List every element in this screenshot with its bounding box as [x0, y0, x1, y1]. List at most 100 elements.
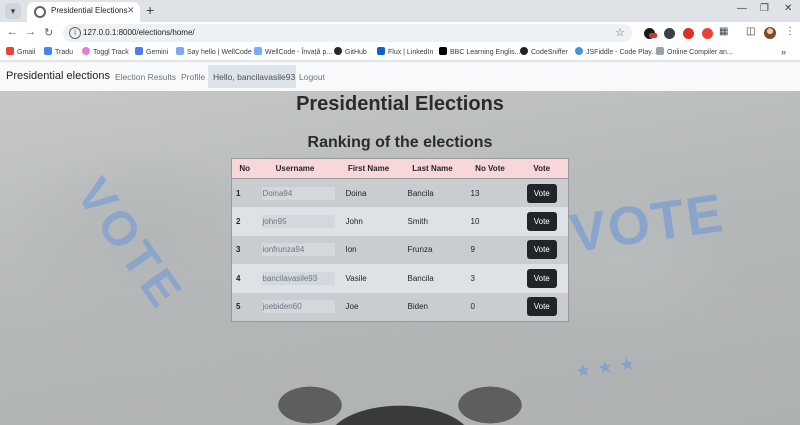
url-text[interactable]: 127.0.0.1:8000/elections/home/: [83, 28, 195, 37]
bookmark-gemini[interactable]: Gemini: [135, 47, 168, 56]
cell-username: john95: [261, 214, 335, 228]
header-no-vote: No Vote: [464, 158, 516, 179]
page-viewport: VOTE VOTE ★★★ Presidential elections Ele…: [0, 62, 800, 425]
address-bar[interactable]: i 127.0.0.1:8000/elections/home/ ☆: [63, 24, 632, 42]
site-info-icon[interactable]: i: [69, 27, 81, 39]
table-header-row: No Username First Name Last Name No Vote…: [231, 158, 569, 179]
extension-icon[interactable]: [702, 28, 713, 39]
close-tab-icon[interactable]: ✕: [127, 5, 135, 16]
table-row: 3 ionfrunza94 Ion Frunza 9 Vote: [231, 235, 569, 264]
bookmark-linkedin[interactable]: Flux | LinkedIn: [377, 47, 433, 56]
table-row: 1 Doina94 Doina Bancila 13 Vote: [231, 178, 569, 207]
gmail-icon: [6, 47, 14, 55]
background-stencil: VOTE: [566, 182, 729, 264]
new-tab-button[interactable]: +: [146, 2, 154, 18]
bookmark-online-compiler[interactable]: Online Compiler an...: [656, 47, 733, 56]
vote-button[interactable]: Vote: [526, 183, 557, 203]
bookmark-codesniffer[interactable]: CodeSniffer: [520, 47, 568, 56]
vote-button[interactable]: Vote: [526, 297, 557, 316]
cell-last-name: Bancila: [400, 264, 465, 293]
cell-vote-count: 9: [464, 235, 516, 264]
compiler-icon: [656, 47, 664, 55]
cell-last-name: Biden: [400, 292, 465, 321]
tab-title: Presidential Elections: [51, 6, 128, 15]
vote-button[interactable]: Vote: [526, 240, 557, 260]
nav-logout[interactable]: Logout: [299, 72, 325, 82]
wellcode-icon: [254, 47, 262, 55]
forward-arrow-icon[interactable]: →: [25, 26, 36, 38]
cell-username: joebiden60: [261, 300, 335, 313]
bookmark-wellcode[interactable]: WellCode - Învață p...: [254, 47, 332, 56]
header-username: Username: [253, 158, 337, 179]
cell-no: 2: [231, 207, 254, 236]
reload-icon[interactable]: ↻: [44, 26, 53, 39]
vote-button[interactable]: Vote: [526, 268, 557, 288]
bookmark-wellcode-hello[interactable]: Say hello | WellCode: [176, 47, 252, 56]
tab-search-button[interactable]: ▾: [5, 3, 21, 19]
cell-username: Doina94: [261, 186, 335, 200]
stars-icon: ★★★: [573, 352, 643, 382]
bookmark-star-icon[interactable]: ☆: [615, 26, 625, 39]
bookmark-jsfiddle[interactable]: JSFiddle - Code Play...: [575, 47, 657, 56]
bookmark-bbc[interactable]: BBC Learning Englis...: [439, 47, 520, 56]
vote-button[interactable]: Vote: [526, 211, 557, 231]
cell-last-name: Frunza: [400, 235, 465, 264]
codesniffer-icon: [520, 47, 528, 55]
bookmark-gmail[interactable]: Gmail: [6, 47, 35, 56]
bbc-icon: [439, 47, 447, 55]
background-stencil: VOTE: [65, 169, 194, 320]
extension-icon[interactable]: [683, 28, 694, 39]
header-first-name: First Name: [336, 158, 401, 179]
profile-avatar[interactable]: [764, 27, 776, 39]
wellcode-icon: [176, 47, 184, 55]
cell-vote-count: 13: [464, 178, 516, 207]
cell-last-name: Bancila: [400, 178, 465, 207]
site-brand[interactable]: Presidential elections: [6, 70, 110, 82]
cell-vote-count: 0: [464, 292, 516, 321]
cell-vote-count: 3: [464, 264, 516, 293]
cell-no: 3: [231, 235, 254, 264]
browser-tab[interactable]: Presidential Elections ✕: [27, 2, 140, 22]
cell-first-name: Joe: [336, 292, 401, 321]
close-window-button[interactable]: ✕: [784, 3, 792, 14]
browser-menu-icon[interactable]: ⋮: [785, 26, 795, 37]
page-title: Presidential Elections: [296, 93, 504, 115]
header-last-name: Last Name: [400, 158, 465, 179]
gemini-icon: [135, 47, 143, 55]
cell-last-name: Smith: [400, 207, 465, 236]
bookmark-tradu[interactable]: Tradu: [44, 47, 73, 56]
browser-tabstrip: ▾ Presidential Elections ✕ + — ❐ ✕: [0, 0, 800, 22]
cell-first-name: Doina: [336, 178, 401, 207]
linkedin-icon: [377, 47, 385, 55]
back-arrow-icon[interactable]: ←: [7, 26, 18, 38]
cell-first-name: Ion: [336, 235, 401, 264]
minimize-window-button[interactable]: —: [737, 3, 747, 14]
nav-election-results[interactable]: Election Results: [115, 72, 176, 82]
cell-username: bancilavasile93: [261, 271, 335, 285]
extensions-puzzle-icon[interactable]: ▦: [719, 26, 728, 37]
site-navbar: Presidential elections Election Results …: [0, 62, 800, 91]
nav-user-greeting[interactable]: Hello, bancilavasile93: [208, 65, 296, 88]
extension-icon[interactable]: [664, 28, 675, 39]
bookmarks-bar: Gmail Tradu Toggl Track Gemini Say hello…: [0, 44, 800, 61]
side-panel-icon[interactable]: ◫: [746, 26, 755, 37]
cell-no: 1: [231, 178, 254, 207]
cell-no: 5: [231, 292, 254, 321]
bookmarks-overflow-icon[interactable]: »: [781, 47, 786, 57]
restore-window-button[interactable]: ❐: [760, 3, 769, 14]
cell-username: ionfrunza94: [261, 243, 335, 257]
translate-icon: [44, 47, 52, 55]
nav-profile[interactable]: Profile: [181, 72, 205, 82]
table-row: 2 john95 John Smith 10 Vote: [231, 207, 569, 236]
globe-icon: [34, 6, 46, 18]
bookmark-github[interactable]: GitHub: [334, 47, 367, 56]
cell-first-name: John: [336, 207, 401, 236]
extension-icon[interactable]: [644, 28, 657, 39]
bookmark-toggl[interactable]: Toggl Track: [82, 47, 129, 56]
cell-no: 4: [231, 264, 254, 293]
cell-first-name: Vasile: [336, 264, 401, 293]
table-row: 5 joebiden60 Joe Biden 0 Vote: [231, 292, 569, 321]
header-vote: Vote: [515, 158, 569, 179]
toggl-icon: [82, 47, 90, 55]
table-row: 4 bancilavasile93 Vasile Bancila 3 Vote: [231, 264, 569, 293]
